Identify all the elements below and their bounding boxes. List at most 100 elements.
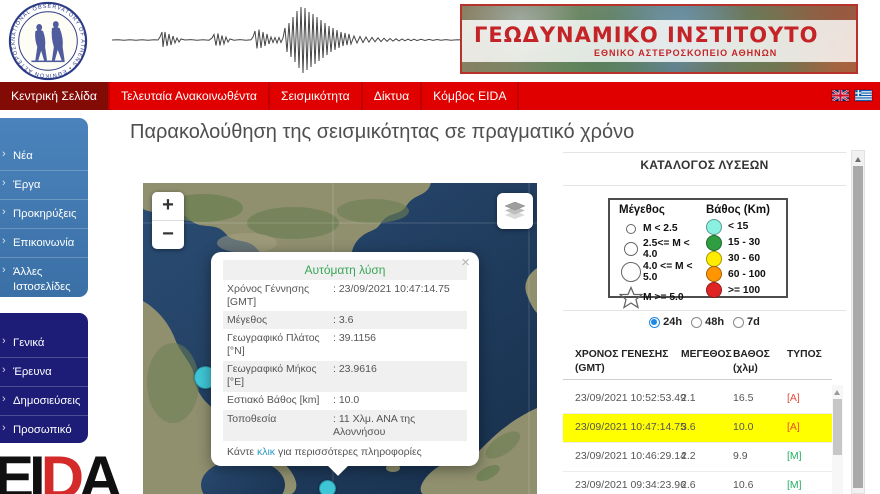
eida-logo[interactable]: EIDA <box>0 448 122 494</box>
eida-letter: D <box>40 444 84 494</box>
sidebar-item-publications[interactable]: › Δημοσιεύσεις <box>0 387 88 417</box>
catalog-title: ΚΑΤΑΛΟΓΟΣ ΛΥΣΕΩΝ <box>640 158 769 172</box>
eida-letter: A <box>79 444 122 494</box>
greek-flag-icon[interactable] <box>855 90 872 101</box>
filter-7d[interactable]: 7d <box>733 316 760 328</box>
catalog-panel: ΚΑΤΑΛΟΓΟΣ ΛΥΣΕΩΝ Μέγεθος M < 2.5 2.5<= M… <box>563 145 846 494</box>
close-icon[interactable]: × <box>461 255 470 270</box>
table-row-highlighted[interactable]: 23/09/2021 10:47:14.75 3.6 10.0 [A] <box>563 414 832 443</box>
nav-item-networks[interactable]: Δίκτυα <box>363 82 423 110</box>
column-header-time: ΧΡΟΝΟΣ ΓΕΝΕΣΗΣ (GMT) <box>575 349 669 374</box>
radio-icon <box>691 316 703 328</box>
popup-title: Αυτόματη λύση <box>223 260 467 280</box>
sidebar-item-label: Άλλες Ιστοσελίδες <box>13 266 71 293</box>
popup-row-magnitude: Μέγεθος : 3.6 <box>223 311 467 330</box>
page: NATIONAL OBSERVATORY OF ATHENS • ΕΘΝΙΚΟΝ… <box>0 0 880 494</box>
popup-row-label: Εστιακό Βάθος [km] <box>227 394 320 407</box>
scrollbar-thumb[interactable] <box>853 166 863 488</box>
cell-type: [A] <box>787 421 800 433</box>
depth-circle-icon <box>706 234 722 251</box>
column-header-type: ΤΥΠΟΣ <box>787 349 822 360</box>
nav-item-announcements[interactable]: Τελευταία Ανακοινωθέντα <box>110 82 270 110</box>
observatory-seal-logo: NATIONAL OBSERVATORY OF ATHENS • ΕΘΝΙΚΟΝ… <box>3 0 88 81</box>
magnitude-label: M < 2.5 <box>643 223 678 234</box>
cell-time: 23/09/2021 10:46:29.14 <box>575 450 686 462</box>
table-row[interactable]: 23/09/2021 10:46:29.14 2.2 9.9 [M] <box>563 443 832 472</box>
popup-footer: Κάντε κλικ για περισσότερες πληροφορίες <box>223 441 467 458</box>
magnitude-legend: Μέγεθος M < 2.5 2.5<= M < 4.0 4.0 <= M <… <box>619 204 705 311</box>
sidebar-item-research[interactable]: › Έρευνα <box>0 358 88 388</box>
map-zoom-control: + − <box>152 192 184 249</box>
popup-row-latitude: Γεωγραφικό Πλάτος [°N] : 39.1156 <box>223 329 467 360</box>
popup-row-label: Γεωγραφικό Μήκος [°E] <box>227 363 317 389</box>
sidebar-item-label: Προσωπικό <box>13 424 72 437</box>
chevron-bullet-icon: › <box>2 364 6 377</box>
cell-magnitude: 2.6 <box>681 479 696 491</box>
nav-item-home[interactable]: Κεντρική Σελίδα <box>0 82 110 110</box>
sidebar-item-tenders[interactable]: › Προκηρύξεις <box>0 200 88 230</box>
chevron-bullet-icon: › <box>2 422 6 435</box>
popup-row-value: : 39.1156 <box>333 331 377 344</box>
nav-item-eida-node[interactable]: Κόμβος EIDA <box>422 82 520 110</box>
sidebar-item-news[interactable]: › Νέα <box>0 142 88 172</box>
filter-label: 7d <box>747 316 760 328</box>
cell-magnitude: 2.1 <box>681 392 696 404</box>
chevron-bullet-icon: › <box>2 393 6 406</box>
popup-row-value: : 10.0 <box>333 394 360 407</box>
chevron-bullet-icon: › <box>2 335 6 347</box>
uk-flag-icon[interactable] <box>832 90 849 101</box>
cell-depth: 10.6 <box>733 479 754 491</box>
scroll-up-arrow-icon[interactable] <box>834 390 840 395</box>
language-switcher <box>832 90 872 101</box>
magnitude-circle-large-icon <box>621 261 641 282</box>
depth-label: 15 - 30 <box>728 237 761 249</box>
magnitude-legend-title: Μέγεθος <box>619 204 665 216</box>
sidebar-item-projects[interactable]: › Έργα <box>0 171 88 201</box>
events-table-body: 23/09/2021 10:52:53.49 2.1 16.5 [A] 23/0… <box>563 385 832 494</box>
depth-label: < 15 <box>728 221 749 233</box>
popup-row-label: Μέγεθος <box>227 313 268 326</box>
filter-label: 48h <box>705 316 725 328</box>
magnitude-label: 2.5<= M < 4.0 <box>643 237 690 260</box>
column-header-magnitude: ΜΕΓΕΘΟΣ <box>681 349 732 360</box>
layers-icon <box>504 201 526 219</box>
earthquake-marker[interactable] <box>319 480 336 494</box>
sidebar-item-contact[interactable]: › Επικοινωνία <box>0 229 88 259</box>
sidebar-item-label: Επικοινωνία <box>13 237 75 250</box>
sidebar-item-label: Έργα <box>13 179 41 192</box>
magnitude-label: M >= 5.0 <box>643 292 684 303</box>
table-row[interactable]: 23/09/2021 10:52:53.49 2.1 16.5 [A] <box>563 385 832 414</box>
popup-row-value: : 11 Χλμ. ΑΝΑ της Αλοννήσου <box>333 412 416 438</box>
map-layers-button[interactable] <box>497 193 533 229</box>
map-legend: Μέγεθος M < 2.5 2.5<= M < 4.0 4.0 <= M <… <box>608 198 788 309</box>
popup-row-location: Τοποθεσία : 11 Χλμ. ΑΝΑ της Αλοννήσου <box>223 410 467 442</box>
magnitude-circle-small-icon <box>626 223 636 234</box>
chevron-bullet-icon: › <box>2 235 6 248</box>
sidebar-item-staff[interactable]: › Προσωπικό <box>0 416 88 444</box>
magnitude-circle-medium-icon <box>624 241 638 256</box>
popup-row-depth: Εστιακό Βάθος [km] : 10.0 <box>223 392 467 410</box>
sidebar-item-label: Νέα <box>13 150 33 162</box>
depth-legend-title: Βάθος (Km) <box>706 204 770 216</box>
table-row[interactable]: 23/09/2021 09:34:23.96 2.6 10.6 [M] <box>563 472 832 494</box>
more-info-link[interactable]: κλικ <box>257 446 275 458</box>
popup-row-value: : 3.6 <box>333 313 354 326</box>
popup-row-longitude: Γεωγραφικό Μήκος [°E] : 23.9616 <box>223 360 467 392</box>
seismicity-map[interactable]: + − × Αυτόματη λύση Χρόνος Γέννησης [GMT… <box>143 183 537 494</box>
main-nav: Κεντρική Σελίδα Τελευταία Ανακοινωθέντα … <box>0 82 880 110</box>
filter-24h[interactable]: 24h <box>649 316 682 328</box>
cell-time: 23/09/2021 10:52:53.49 <box>575 392 686 404</box>
sidebar-item-general[interactable]: › Γενικά <box>0 329 88 359</box>
scroll-up-arrow-icon[interactable] <box>855 157 861 162</box>
popup-row-value: : 23.9616 <box>333 363 377 376</box>
sidebar-item-label: Δημοσιεύσεις <box>13 395 81 408</box>
zoom-out-button[interactable]: − <box>152 221 184 249</box>
event-popup: × Αυτόματη λύση Χρόνος Γέννησης [GMT] : … <box>211 252 479 467</box>
zoom-in-button[interactable]: + <box>152 192 184 221</box>
nav-item-seismicity[interactable]: Σεισμικότητα <box>270 82 363 110</box>
depth-label: >= 100 <box>728 284 761 296</box>
sidebar-item-other-sites[interactable]: › Άλλες Ιστοσελίδες <box>0 258 88 300</box>
filter-48h[interactable]: 48h <box>691 316 724 328</box>
scrollbar-thumb[interactable] <box>833 399 842 455</box>
popup-row-label: Τοποθεσία <box>227 412 277 425</box>
